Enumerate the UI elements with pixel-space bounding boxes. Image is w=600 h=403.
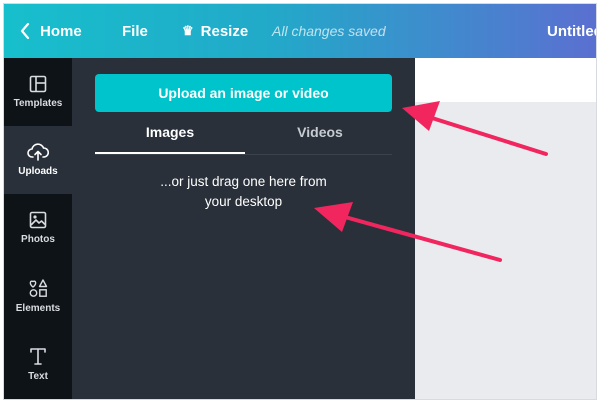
document-title[interactable]: Untitled [547, 4, 596, 58]
document-title-text: Untitled [547, 22, 596, 40]
file-label: File [122, 22, 148, 40]
file-menu-button[interactable]: File [122, 4, 148, 58]
upload-media-button[interactable]: Upload an image or video [95, 74, 392, 112]
photos-icon [29, 211, 47, 229]
rail-label-elements: Elements [15, 303, 61, 314]
app-window: Home File ♛ Resize All changes saved Unt… [3, 3, 597, 400]
home-button[interactable]: Home [20, 4, 82, 58]
top-bar: Home File ♛ Resize All changes saved Unt… [4, 4, 596, 58]
elements-icon [29, 279, 48, 297]
save-status: All changes saved [272, 4, 386, 58]
hint-line-1: ...or just drag one here from [160, 174, 327, 189]
upload-cloud-icon [27, 143, 49, 161]
drop-zone-hint[interactable]: ...or just drag one here from your deskt… [95, 172, 392, 212]
hint-line-2: your desktop [204, 194, 283, 209]
design-canvas-area [415, 58, 596, 399]
rail-item-photos[interactable]: Photos [4, 194, 72, 262]
design-page[interactable] [415, 58, 596, 102]
crown-icon: ♛ [182, 23, 194, 38]
rail-item-elements[interactable]: Elements [4, 262, 72, 330]
left-rail: Templates Uploads Photos Elements Text [4, 58, 72, 399]
chevron-left-icon [20, 23, 30, 39]
rail-label-text: Text [28, 371, 48, 382]
rail-item-text[interactable]: Text [4, 330, 72, 398]
rail-item-templates[interactable]: Templates [4, 58, 72, 126]
tab-divider [95, 154, 392, 155]
resize-label: Resize [200, 22, 249, 40]
rail-label-uploads: Uploads [18, 166, 58, 177]
uploads-panel: Upload an image or video Images Videos .… [72, 58, 415, 399]
rail-item-uploads[interactable]: Uploads [4, 126, 72, 194]
resize-button[interactable]: ♛ Resize [182, 4, 248, 58]
templates-icon [29, 75, 47, 93]
tab-images[interactable]: Images [95, 124, 245, 154]
tab-videos[interactable]: Videos [245, 124, 395, 152]
rail-label-templates: Templates [13, 98, 63, 109]
text-icon [30, 348, 46, 365]
rail-label-photos: Photos [21, 234, 55, 245]
save-status-text: All changes saved [272, 23, 386, 39]
home-label: Home [40, 22, 82, 40]
